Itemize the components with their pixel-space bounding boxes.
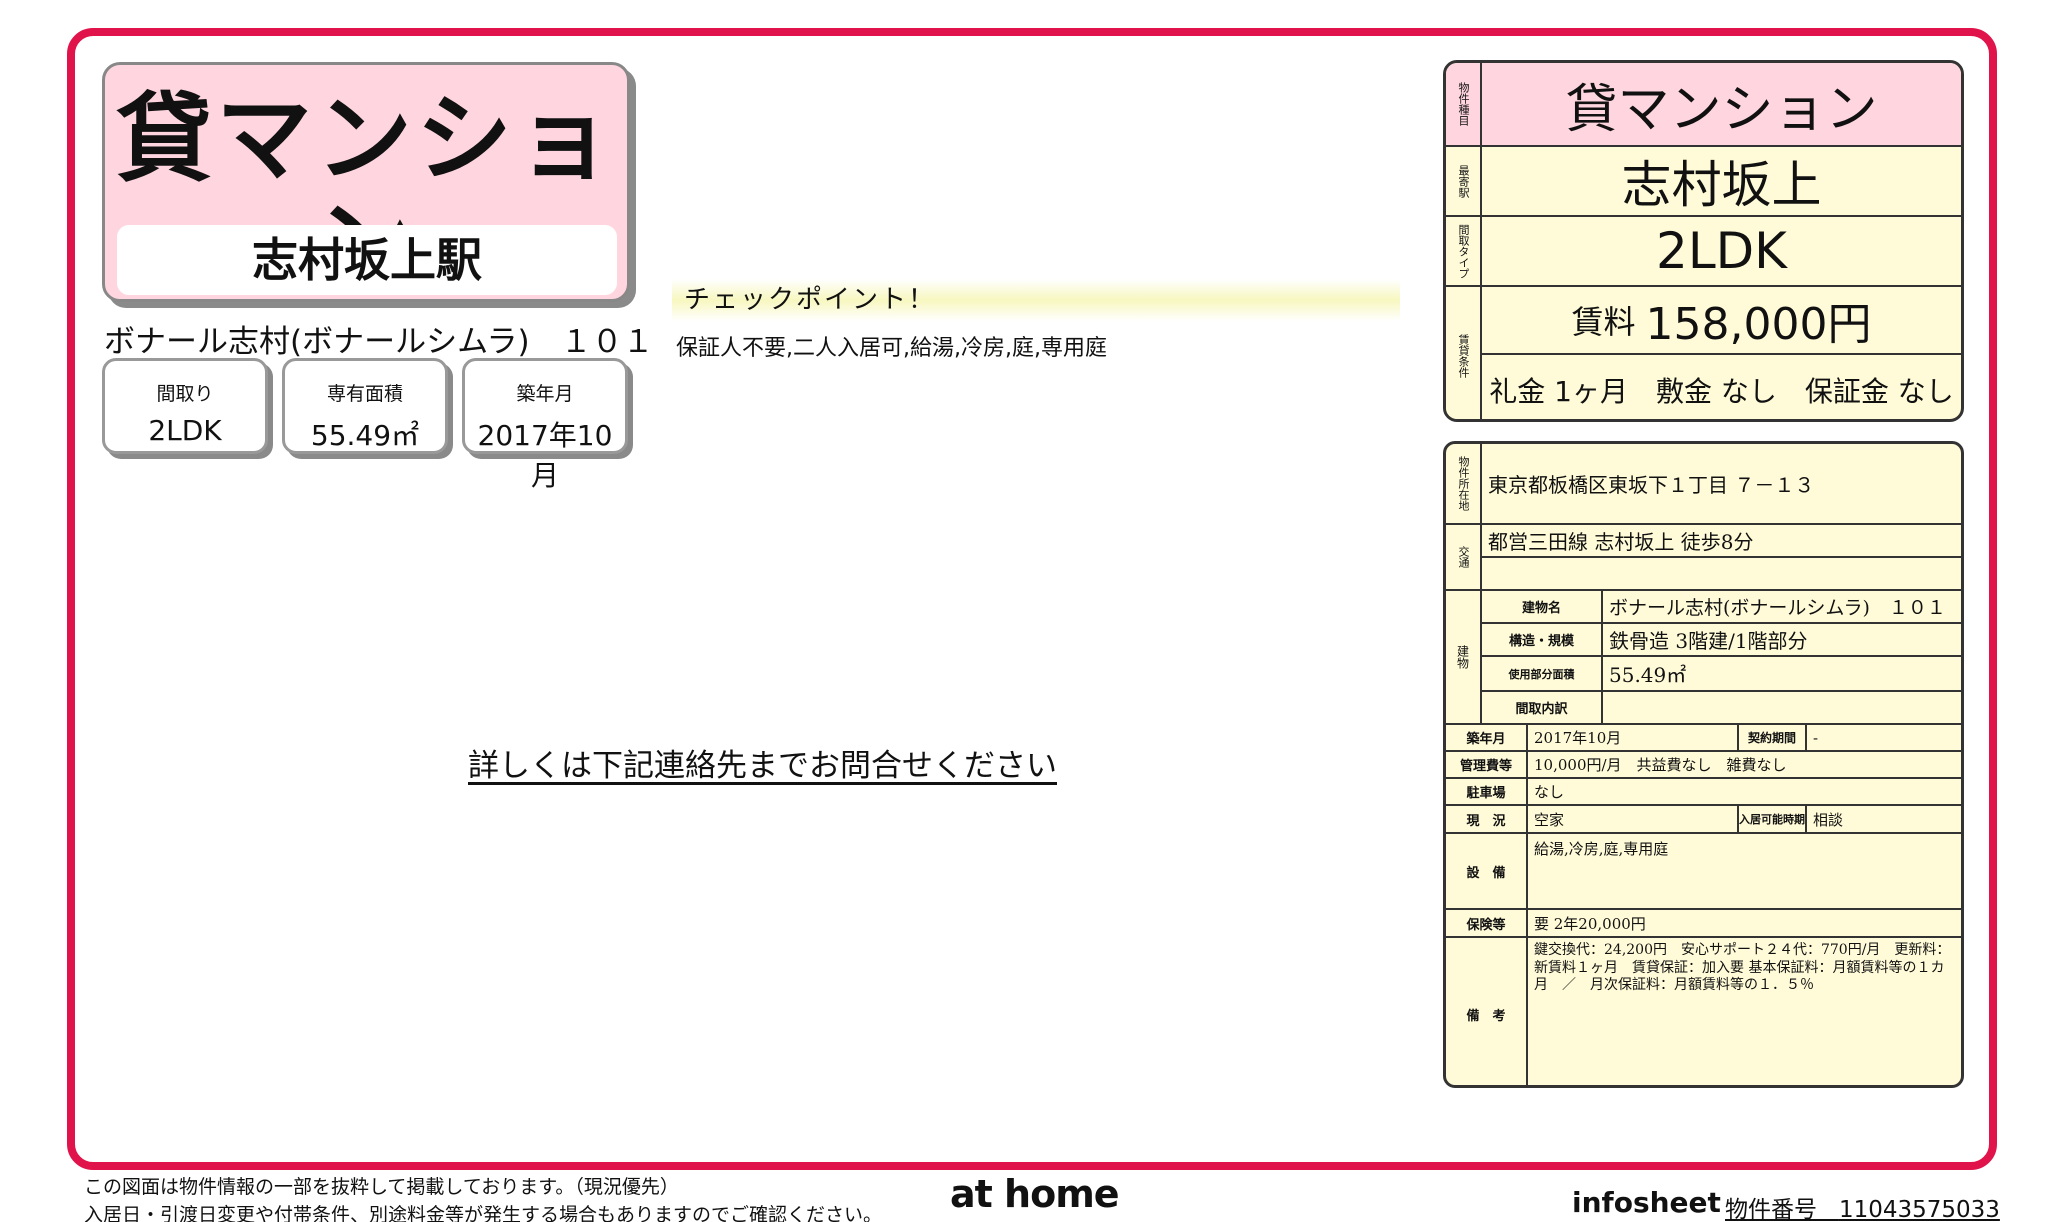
remarks-value: 鍵交換代：24,200円 安心サポート２４代：770円/月 更新料：新賃料１ヶ月… [1534,942,1951,993]
summary-label-rent: 賃貸条件 [1446,287,1482,419]
rent-value: 158,000円 [1645,299,1872,350]
spec-layout: 間取り 2LDK [102,358,268,454]
area-label: 使用部分面積 [1482,657,1603,692]
spec-area: 専有面積 55.49㎡ [282,358,448,454]
summary-label-type: 物件種目 [1446,63,1482,147]
transport-value-1: 都営三田線 志村坂上 徒歩8分 [1482,525,1961,558]
parking-value: なし [1528,779,1961,806]
location-label: 物件所在地 [1446,444,1482,525]
spec-layout-value: 2LDK [148,414,222,447]
summary-label-station: 最寄駅 [1446,147,1482,217]
footer-note-1: この図面は物件情報の一部を抜粋して掲載しております。（現況優先） [84,1176,679,1198]
contact-note: 詳しくは下記連絡先までお問合せください [468,748,1057,784]
area-value: 55.49㎡ [1603,657,1961,692]
insurance-label: 保険等 [1446,910,1528,938]
equipment-value: 給湯,冷房,庭,専用庭 [1528,834,1961,910]
building-name-value: ボナール志村(ボナールシムラ) １０１ [1603,591,1961,624]
structure-value: 鉄骨造 3階建/1階部分 [1603,624,1961,657]
rent-label: 賃料 [1571,303,1636,341]
insurance-value: 要 2年20,000円 [1528,910,1961,938]
summary-label-layout: 間取タイプ [1446,217,1482,287]
built-value: 2017年10月 [1528,725,1739,752]
summary-panel: 物件種目 貸マンション 最寄駅 志村坂上 間取タイプ 2LDK 賃貸条件 賃料 … [1443,60,1964,422]
remarks-label: 備 考 [1446,938,1528,1085]
details-table: 物件所在地 東京都板橋区東坂下１丁目 ７－１３ 交通 都営三田線 志村坂上 徒歩… [1443,441,1964,1088]
parking-label: 駐車場 [1446,779,1528,806]
status-label: 現 況 [1446,806,1528,834]
move-in-value: 相談 [1807,806,1961,834]
building-group-label: 建物 [1446,591,1482,725]
property-number-label: 物件番号 [1725,1197,1817,1222]
summary-layout: 2LDK [1482,217,1961,287]
transport-value-2 [1482,558,1961,591]
infosheet-label: infosheet [1572,1186,1721,1219]
transport-label: 交通 [1446,525,1482,591]
move-in-label: 入居可能時期 [1739,806,1807,834]
spec-layout-label: 間取り [156,383,214,405]
spec-area-value: 55.49㎡ [310,419,420,452]
structure-label: 構造・規模 [1482,624,1603,657]
built-label: 築年月 [1446,725,1528,752]
spec-built-label: 築年月 [516,383,574,405]
building-name-label: 建物名 [1482,591,1603,624]
athome-logo: at home [950,1172,1120,1216]
location-value: 東京都板橋区東坂下１丁目 ７－１３ [1482,444,1961,525]
property-number: 物件番号 11043575033 [1725,1190,2000,1222]
checkpoint-heading: チェックポイント！ [672,279,1400,321]
building-name: ボナール志村(ボナールシムラ) １０１ [104,324,654,360]
title-card: 貸マンション 志村坂上駅 [102,62,630,302]
contract-period-value: - [1807,725,1961,752]
spec-area-label: 専有面積 [326,383,403,405]
layout-detail-label: 間取内訳 [1482,692,1603,725]
equipment-label: 設 備 [1446,834,1528,910]
layout-detail-value [1603,692,1961,725]
footer-note-2: 入居日・引渡日変更や付帯条件、別途料金等が発生する場合もありますのでご確認くださ… [84,1204,883,1222]
contract-period-label: 契約期間 [1739,725,1807,752]
management-value: 10,000円/月 共益費なし 雑費なし [1528,752,1961,779]
station-label: 志村坂上駅 [117,225,617,295]
summary-terms: 礼金 1ヶ月 敷金 なし 保証金 なし [1489,375,1954,408]
summary-rent: 賃料 158,000円 [1482,287,1961,355]
summary-station: 志村坂上 [1482,147,1961,217]
management-label: 管理費等 [1446,752,1528,779]
checkpoint-text: 保証人不要,二人入居可,給湯,冷房,庭,専用庭 [676,336,1107,361]
property-number-value: 11043575033 [1838,1197,2000,1222]
status-value: 空家 [1528,806,1739,834]
summary-type: 貸マンション [1482,63,1961,147]
spec-built: 築年月 2017年10月 [462,358,628,492]
spec-built-value: 2017年10月 [477,419,613,492]
